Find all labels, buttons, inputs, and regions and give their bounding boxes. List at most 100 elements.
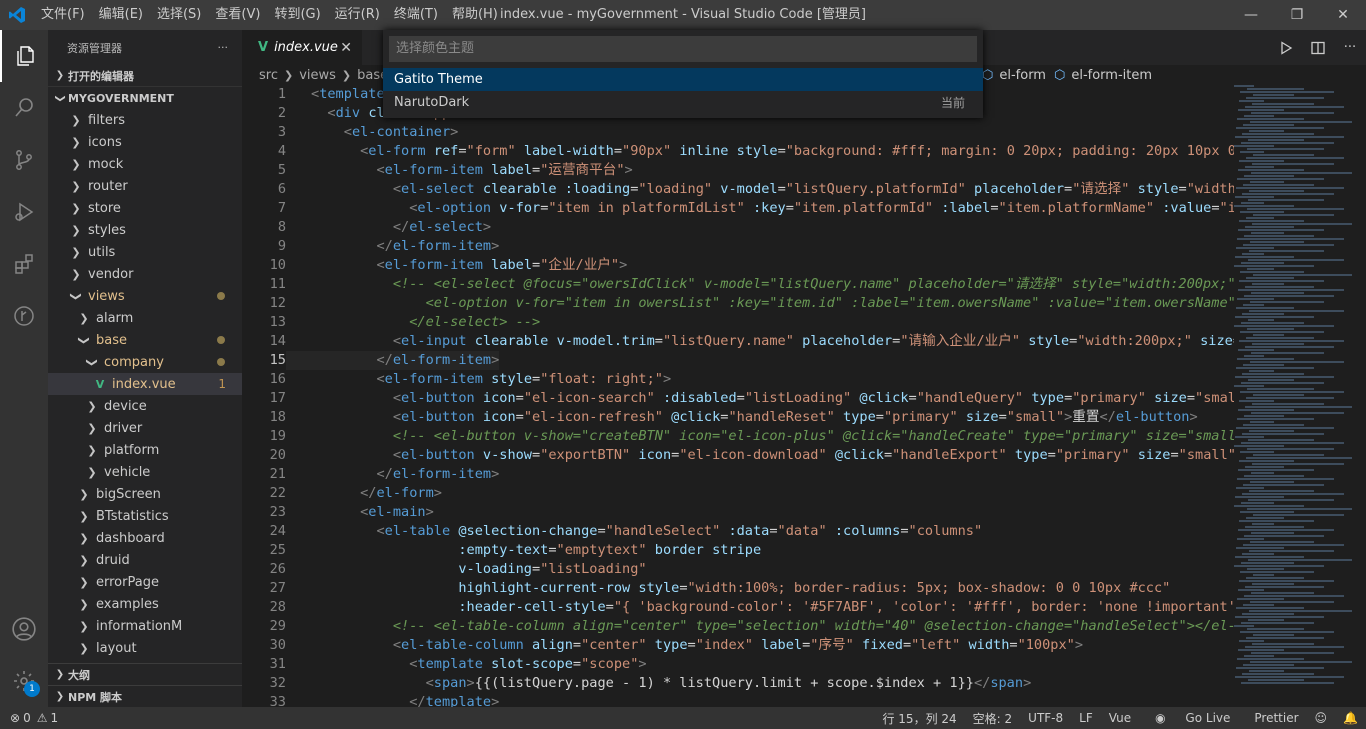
tree-folder[interactable]: ❯ platform (48, 439, 242, 461)
chevron-right-icon: ❯ (79, 311, 89, 325)
tree-folder[interactable]: ❯ dashboard (48, 527, 242, 549)
theme-option[interactable]: Gatito Theme (383, 68, 983, 91)
tree-folder[interactable]: ❯ vehicle (48, 461, 242, 483)
tree-folder[interactable]: ❯ druid (48, 549, 242, 571)
minimap-line (1234, 385, 1264, 387)
breadcrumb-item[interactable]: views (299, 68, 336, 83)
tree-folder[interactable]: ❯ store (48, 197, 242, 219)
tree-folder[interactable]: ❯ examples (48, 593, 242, 615)
minimap-line (1253, 274, 1352, 276)
tree-folder[interactable]: ❯ icons (48, 131, 242, 153)
project-section[interactable]: ❯ MYGOVERNMENT (48, 87, 242, 109)
breadcrumb-item[interactable]: src (259, 68, 278, 83)
tree-folder[interactable]: ❯ informationM (48, 615, 242, 637)
encoding[interactable]: UTF-8 (1020, 711, 1071, 725)
breadcrumb-symbol[interactable]: el-form-item (1071, 68, 1152, 83)
tree-folder[interactable]: ❯ bigScreen (48, 483, 242, 505)
menu-item[interactable]: 文件(F) (34, 0, 92, 30)
tree-folder[interactable]: ❯ utils (48, 241, 242, 263)
tree-folder[interactable]: ❯ styles (48, 219, 242, 241)
menu-item[interactable]: 转到(G) (267, 0, 327, 30)
minimap-line (1247, 628, 1304, 630)
tree-folder[interactable]: ❯ views (48, 285, 242, 307)
explorer-title: 资源管理器 (67, 41, 122, 55)
run-debug-icon[interactable] (0, 186, 48, 238)
tree-folder[interactable]: ❯ alarm (48, 307, 242, 329)
outline-section[interactable]: ❯ 大纲 (48, 663, 242, 685)
tree-folder[interactable]: ❯ company (48, 351, 242, 373)
tree-file[interactable]: Vindex.vue 1 (48, 373, 242, 395)
code-text: <el-option v-for="item in platformIdList… (409, 200, 1234, 216)
go-live-item[interactable]: ◉ Go Live (1139, 711, 1246, 725)
tree-folder[interactable]: ❯ driver (48, 417, 242, 439)
menu-item[interactable]: 运行(R) (328, 0, 387, 30)
account-icon[interactable] (0, 603, 48, 655)
source-control-icon[interactable] (0, 134, 48, 186)
tree-item-label: bigScreen (96, 486, 161, 502)
warning-icon: ⚠ (36, 711, 48, 725)
minimap-line (1245, 526, 1304, 528)
menu-item[interactable]: 选择(S) (150, 0, 208, 30)
vertical-scrollbar[interactable] (1352, 85, 1366, 707)
theme-search-input[interactable]: 选择颜色主题 (389, 36, 977, 62)
minimap-line (1245, 166, 1274, 168)
minimap-line (1234, 85, 1254, 87)
tree-folder[interactable]: ❯ device (48, 395, 242, 417)
more-actions-icon[interactable]: ··· (1334, 40, 1366, 55)
problems-indicator[interactable]: ⊗ 0 ⚠ 1 (0, 711, 58, 725)
search-icon[interactable] (0, 82, 48, 134)
tree-item-label: styles (88, 222, 126, 238)
minimap-line (1247, 328, 1294, 330)
split-editor-icon[interactable] (1302, 41, 1334, 55)
minimap-line (1238, 109, 1284, 111)
prettier-status[interactable]: Prettier (1246, 711, 1306, 725)
restore-icon[interactable]: ❐ (1274, 0, 1320, 30)
line-number: 26 (269, 561, 286, 577)
breadcrumb-symbol[interactable]: el-form (999, 68, 1046, 83)
tree-folder[interactable]: ❯ router (48, 175, 242, 197)
indentation[interactable]: 空格: 2 (965, 710, 1021, 727)
minimap-line (1244, 115, 1274, 117)
code-editor[interactable]: 1<template>2 <div class="app-container">… (242, 85, 1234, 707)
line-ending[interactable]: LF (1071, 711, 1101, 725)
tree-folder[interactable]: ❯ errorPage (48, 571, 242, 593)
minimap-line (1240, 631, 1334, 633)
theme-option-label: Gatito Theme (394, 72, 483, 87)
modified-dot-icon (217, 358, 225, 366)
close-tab-icon[interactable]: ✕ (340, 40, 352, 56)
more-actions-icon[interactable]: ··· (218, 41, 229, 54)
tab-index-vue[interactable]: V index.vue ✕ (242, 30, 362, 65)
tree-folder[interactable]: ❯ layout (48, 637, 242, 659)
minimap[interactable] (1234, 85, 1352, 707)
explorer-icon[interactable] (0, 30, 48, 82)
code-line: 22 </el-form> (242, 484, 1234, 503)
close-icon[interactable]: ✕ (1320, 0, 1366, 30)
minimap-line (1235, 676, 1344, 678)
notifications-icon[interactable]: 🔔 (1335, 711, 1366, 725)
npm-scripts-section[interactable]: ❯ NPM 脚本 (48, 685, 242, 707)
language-mode[interactable]: Vue (1101, 711, 1139, 725)
menu-item[interactable]: 帮助(H) (445, 0, 505, 30)
open-editors-section[interactable]: ❯ 打开的编辑器 (48, 65, 242, 87)
menu-item[interactable]: 编辑(E) (92, 0, 150, 30)
minimap-line (1243, 664, 1294, 666)
minimap-line (1242, 193, 1334, 195)
minimap-line (1241, 262, 1284, 264)
menu-item[interactable]: 终端(T) (387, 0, 445, 30)
tree-folder[interactable]: ❯ base (48, 329, 242, 351)
line-number: 25 (269, 542, 286, 558)
theme-option[interactable]: NarutoDark 当前 (383, 91, 983, 114)
settings-gear-icon[interactable]: 1 (0, 655, 48, 707)
minimap-line (1249, 190, 1304, 192)
git-graph-icon[interactable] (0, 290, 48, 342)
run-icon[interactable] (1270, 40, 1302, 55)
tree-folder[interactable]: ❯ vendor (48, 263, 242, 285)
extensions-icon[interactable] (0, 238, 48, 290)
minimize-icon[interactable]: — (1228, 0, 1274, 30)
tree-folder[interactable]: ❯ mock (48, 153, 242, 175)
menu-item[interactable]: 查看(V) (208, 0, 267, 30)
cursor-position[interactable]: 行 15，列 24 (874, 710, 964, 727)
feedback-icon[interactable]: ☺ (1307, 711, 1336, 725)
tree-folder[interactable]: ❯ BTstatistics (48, 505, 242, 527)
tree-folder[interactable]: ❯ filters (48, 109, 242, 131)
